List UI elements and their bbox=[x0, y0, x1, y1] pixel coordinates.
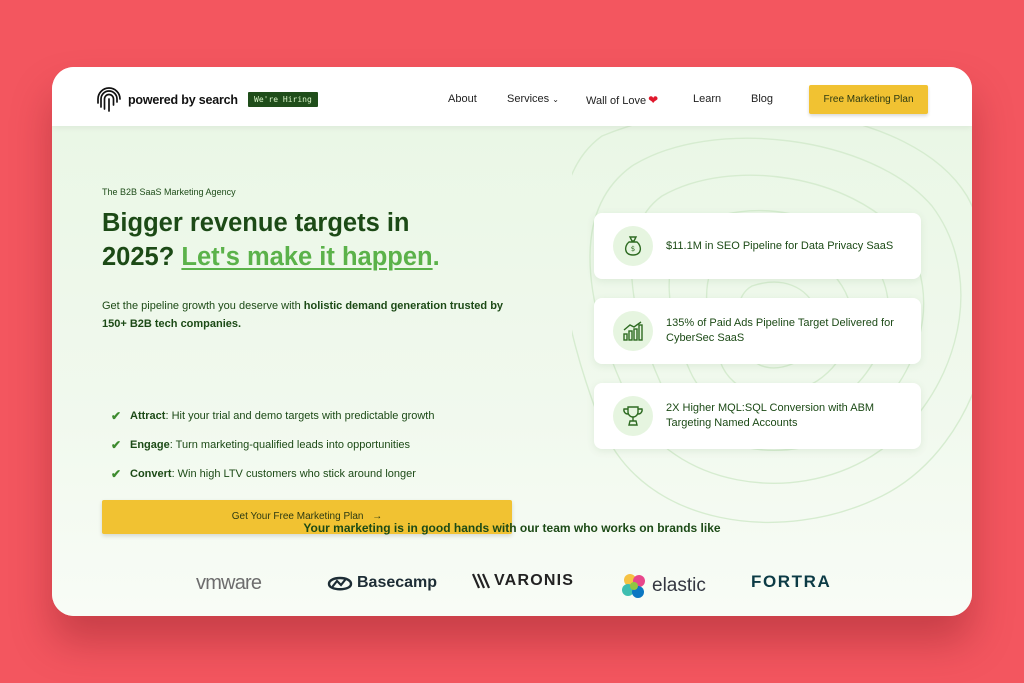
headline-year: 2025? bbox=[102, 243, 175, 271]
nav-services-label: Services bbox=[507, 93, 550, 105]
hero-section: The B2B SaaS Marketing Agency Bigger rev… bbox=[52, 126, 972, 616]
trophy-icon bbox=[613, 396, 653, 436]
elastic-icon bbox=[622, 574, 645, 598]
brand-name: elastic bbox=[652, 575, 706, 596]
result-card-seo: $ $11.1M in SEO Pipeline for Data Privac… bbox=[594, 213, 921, 279]
brand-logo-vmware: vmware bbox=[196, 572, 262, 595]
basecamp-icon bbox=[327, 576, 353, 591]
growth-chart-icon bbox=[613, 311, 653, 351]
fingerprint-logo-icon bbox=[97, 87, 121, 112]
hero-eyebrow: The B2B SaaS Marketing Agency bbox=[102, 187, 236, 197]
bullet-title: Attract bbox=[130, 410, 166, 422]
nav-learn[interactable]: Learn bbox=[693, 93, 721, 105]
brand-logo-varonis: VARONIS bbox=[472, 572, 574, 590]
check-icon: ✔ bbox=[110, 467, 122, 481]
headline-highlight-link[interactable]: Let's make it happen bbox=[181, 243, 432, 271]
bullet-attract: ✔ Attract: Hit your trial and demo targe… bbox=[102, 409, 435, 423]
check-icon: ✔ bbox=[110, 409, 122, 423]
nav-wall-of-love[interactable]: Wall of Love ❤ bbox=[586, 93, 658, 107]
brand-logo-fortra: FORTRA bbox=[751, 572, 831, 592]
bullet-text: : Hit your trial and demo targets with p… bbox=[165, 410, 435, 422]
result-card-abm: 2X Higher MQL:SQL Conversion with ABM Ta… bbox=[594, 383, 921, 449]
hero-headline: Bigger revenue targets in 2025? Let's ma… bbox=[102, 206, 522, 274]
varonis-icon bbox=[472, 573, 491, 589]
brand-name: Basecamp bbox=[357, 574, 438, 591]
brand-name: FORTRA bbox=[751, 572, 832, 591]
result-text: $11.1M in SEO Pipeline for Data Privacy … bbox=[666, 239, 894, 252]
logo[interactable]: powered by search bbox=[96, 87, 238, 113]
chevron-down-icon: ⌄ bbox=[552, 95, 559, 104]
brand-logo-elastic: elastic bbox=[620, 572, 706, 600]
nav-blog[interactable]: Blog bbox=[751, 93, 773, 105]
headline-period: . bbox=[432, 243, 440, 271]
bullet-title: Convert bbox=[130, 468, 172, 480]
bullet-engage: ✔ Engage: Turn marketing-qualified leads… bbox=[102, 438, 410, 452]
brand-name: vmware bbox=[196, 572, 262, 594]
heart-icon: ❤ bbox=[648, 93, 659, 107]
bullet-title: Engage bbox=[130, 439, 170, 451]
result-text: 2X Higher MQL:SQL Conversion with ABM Ta… bbox=[666, 402, 875, 429]
money-bag-icon: $ bbox=[613, 226, 653, 266]
result-card-paid-ads: 135% of Paid Ads Pipeline Target Deliver… bbox=[594, 298, 921, 364]
hiring-badge[interactable]: We're Hiring bbox=[248, 92, 318, 107]
nav-about[interactable]: About bbox=[448, 93, 477, 105]
result-text: 135% of Paid Ads Pipeline Target Deliver… bbox=[666, 317, 894, 344]
trust-headline: Your marketing is in good hands with our… bbox=[303, 521, 721, 535]
nav-wall-of-love-label: Wall of Love bbox=[586, 95, 647, 107]
headline-line1: Bigger revenue targets in bbox=[102, 209, 410, 237]
svg-text:$: $ bbox=[631, 245, 635, 253]
bullet-text: : Turn marketing-qualified leads into op… bbox=[169, 439, 411, 451]
free-marketing-plan-button[interactable]: Free Marketing Plan bbox=[809, 85, 928, 114]
browser-window: powered by search We're Hiring About Ser… bbox=[52, 67, 972, 616]
brand-name: VARONIS bbox=[494, 572, 575, 589]
bullet-text: : Win high LTV customers who stick aroun… bbox=[171, 468, 416, 480]
bullet-convert: ✔ Convert: Win high LTV customers who st… bbox=[102, 467, 416, 481]
hero-intro: Get the pipeline growth you deserve with… bbox=[102, 297, 522, 333]
check-icon: ✔ bbox=[110, 438, 122, 452]
intro-plain: Get the pipeline growth you deserve with bbox=[102, 300, 304, 312]
logo-text: powered by search bbox=[128, 93, 238, 107]
nav-services[interactable]: Services ⌄ bbox=[507, 93, 559, 105]
site-header: powered by search We're Hiring About Ser… bbox=[52, 67, 972, 126]
brand-logo-basecamp: Basecamp bbox=[327, 572, 437, 594]
